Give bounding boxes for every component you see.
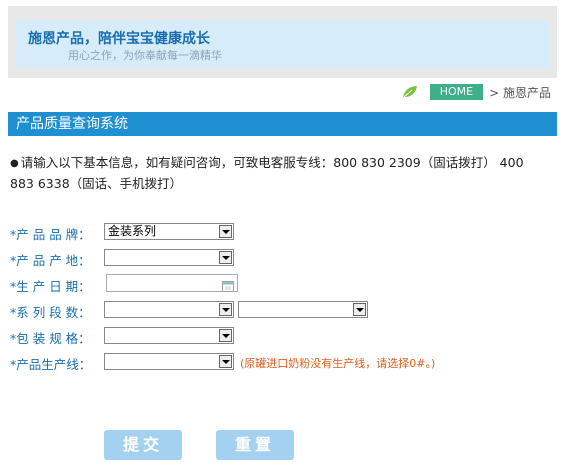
origin-label: *产 品 产 地： [10, 253, 91, 268]
reset-button[interactable]: 重置 [216, 430, 294, 460]
brand-select-value: 金装系列 [108, 224, 157, 238]
spec-select[interactable] [104, 327, 234, 344]
notice-body: 请输入以下基本信息，如有疑问咨询，可致电客服专线：800 830 2309（固话… [10, 155, 524, 191]
origin-select[interactable] [104, 249, 234, 266]
section-header: 产品质量查询系统 [8, 112, 557, 136]
banner-title: 施恩产品，陪伴宝宝健康成长 [28, 31, 210, 47]
calendar-icon[interactable] [222, 277, 234, 292]
banner-subtitle: 用心之作，为你奉献每一滴精华 [68, 49, 222, 62]
spec-label: *包 装 规 格： [10, 331, 91, 346]
brand-select[interactable]: 金装系列 [104, 223, 234, 240]
line-select[interactable] [104, 353, 234, 370]
series-select-1[interactable] [104, 301, 234, 318]
notice-text: ● 请输入以下基本信息，如有疑问咨询，可致电客服专线：800 830 2309（固… [10, 153, 550, 194]
submit-button[interactable]: 提交 [104, 430, 182, 460]
home-link[interactable]: HOME [429, 84, 484, 100]
line-label: *产品生产线： [10, 357, 92, 372]
breadcrumb-current: > 施恩产品 [489, 85, 551, 100]
leaf-icon [402, 85, 418, 99]
breadcrumb: HOME > 施恩产品 [402, 83, 551, 101]
banner: 施恩产品，陪伴宝宝健康成长 用心之作，为你奉献每一滴精华 [16, 20, 549, 68]
brand-label: *产 品 品 牌： [10, 227, 91, 242]
dropdown-arrow-icon [219, 303, 232, 316]
date-label: *生 产 日 期： [10, 279, 91, 294]
series-label: *系 列 段 数： [10, 305, 91, 320]
section-title: 产品质量查询系统 [16, 116, 128, 132]
series-select-2[interactable] [238, 301, 368, 318]
dropdown-arrow-icon [219, 329, 232, 342]
line-hint: (原罐进口奶粉没有生产线，请选择0#。) [240, 357, 436, 370]
dropdown-arrow-icon [219, 251, 232, 264]
dropdown-arrow-icon [219, 225, 232, 238]
production-date-input[interactable] [106, 274, 238, 292]
dropdown-arrow-icon [353, 303, 366, 316]
bullet: ● [10, 158, 19, 169]
form-row-line: *产品生产线： (原罐进口奶粉没有生产线，请选择0#。) [10, 352, 555, 372]
dropdown-arrow-icon [219, 355, 232, 368]
